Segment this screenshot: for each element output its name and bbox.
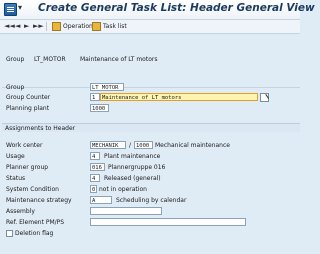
chevron-down-icon[interactable]: ▾	[18, 3, 22, 12]
work-center-desc: Mechanical maintenance	[155, 142, 230, 149]
header-group-label: Group	[6, 56, 25, 63]
work-center-label: Work center	[6, 142, 43, 149]
maintenance-strategy-field[interactable]: A	[90, 196, 112, 204]
maintenance-strategy-label: Maintenance strategy	[6, 197, 72, 204]
first-page-icon[interactable]: ◄◄	[4, 22, 15, 30]
task-list-icon	[92, 21, 101, 31]
planning-plant-field[interactable]: 1000	[90, 104, 109, 112]
deletion-flag-label: Deletion flag	[15, 230, 54, 237]
window-title: Create General Task List: Header General…	[38, 2, 315, 14]
title-bar: ▾ Create General Task List: Header Gener…	[0, 0, 315, 20]
maintenance-strategy-desc: Scheduling by calendar	[116, 197, 187, 204]
group-label: Group	[6, 84, 25, 91]
status-desc: Released (general)	[104, 175, 161, 182]
group-counter-text-field[interactable]: Maintenance of LT motors	[100, 93, 258, 101]
operation-button[interactable]: Operation	[52, 21, 93, 31]
planner-group-desc: Plannergruppe 016	[108, 164, 166, 171]
system-condition-desc: not in operation	[99, 186, 147, 193]
toolbar-separator	[46, 22, 47, 31]
header-fields-box	[2, 87, 300, 117]
deletion-flag-checkbox[interactable]	[6, 230, 13, 237]
system-condition-field[interactable]: 0	[90, 185, 97, 193]
group-counter-label: Group Counter	[6, 94, 51, 101]
usage-desc: Plant maintenance	[104, 153, 161, 160]
group-field[interactable]: LT_MOTOR	[90, 83, 124, 91]
planner-group-field[interactable]: 016	[90, 163, 105, 171]
planning-plant-label: Planning plant	[6, 105, 50, 112]
work-center-field[interactable]: MECHANIK	[90, 141, 126, 149]
usage-field[interactable]: 4	[90, 152, 100, 160]
usage-label: Usage	[6, 153, 25, 160]
ref-element-field[interactable]	[90, 218, 246, 226]
next-page-icon[interactable]: ►	[24, 22, 29, 30]
group-counter-field[interactable]: 1	[90, 93, 100, 101]
assignments-section-title: Assignments to Header	[2, 123, 300, 132]
previous-page-icon[interactable]: ◄	[15, 22, 20, 30]
application-toolbar: ◄◄ ◄ ► ►► Operation Task list	[0, 20, 300, 34]
task-list-label: Task list	[103, 22, 127, 30]
header-group-desc: Maintenance of LT motors	[80, 56, 158, 63]
long-text-icon[interactable]	[260, 93, 269, 102]
planner-group-label: Planner group	[6, 164, 49, 171]
last-page-icon[interactable]: ►►	[33, 22, 44, 30]
status-label: Status	[6, 175, 26, 182]
assembly-label: Assembly	[6, 208, 35, 215]
menu-icon[interactable]	[4, 3, 17, 16]
header-group-value: LT_MOTOR	[34, 56, 66, 63]
work-center-separator: /	[129, 142, 132, 149]
operation-icon	[52, 21, 61, 31]
work-center-plant-field[interactable]: 1000	[134, 141, 153, 149]
assembly-field[interactable]	[90, 207, 162, 215]
ref-element-label: Ref. Element PM/PS	[6, 219, 65, 226]
task-list-button[interactable]: Task list	[92, 21, 127, 31]
operation-label: Operation	[63, 22, 93, 30]
system-condition-label: System Condition	[6, 186, 59, 193]
status-field[interactable]: 4	[90, 174, 100, 182]
